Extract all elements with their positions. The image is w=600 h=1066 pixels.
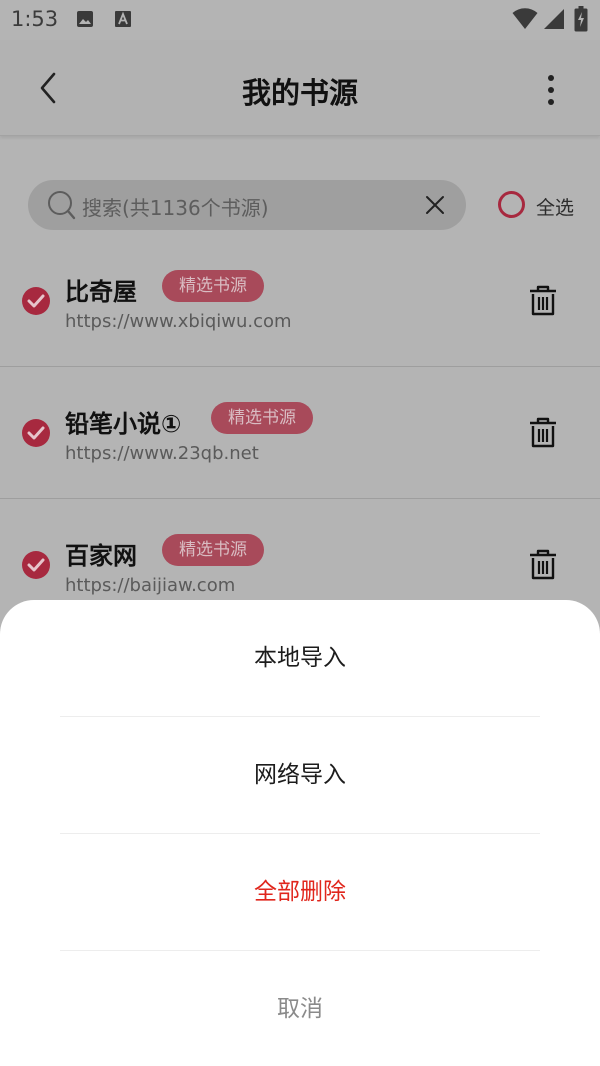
screen: 1:53 我的书源 搜索(共1136个书源) 全选 比奇屋 精选书源 https… (0, 0, 600, 1066)
list-item[interactable]: 铅笔小说① 精选书源 https://www.23qb.net (0, 367, 600, 499)
battery-charging-icon (574, 6, 588, 32)
check-circle-icon[interactable] (22, 551, 50, 579)
select-all-label: 全选 (536, 197, 575, 219)
source-url: https://www.xbiqiwu.com (65, 311, 292, 332)
trash-icon[interactable] (528, 549, 558, 581)
delete-all-button[interactable]: 全部删除 (0, 834, 600, 950)
source-url: https://www.23qb.net (65, 443, 259, 464)
check-circle-icon[interactable] (22, 287, 50, 315)
radio-circle-icon (498, 191, 525, 218)
source-name: 铅笔小说① (65, 410, 182, 438)
source-name: 比奇屋 (65, 278, 137, 306)
status-bar: 1:53 (0, 0, 600, 40)
featured-tag: 精选书源 (162, 534, 264, 566)
network-import-button[interactable]: 网络导入 (0, 717, 600, 833)
signal-icon (544, 9, 564, 29)
more-vertical-icon[interactable] (536, 70, 566, 110)
text-a-icon (115, 11, 131, 27)
search-placeholder: 搜索(共1136个书源) (82, 196, 269, 220)
wifi-icon (512, 8, 538, 29)
image-icon (77, 11, 93, 27)
trash-icon[interactable] (528, 417, 558, 449)
app-header: 我的书源 (0, 40, 600, 136)
search-icon (48, 191, 76, 220)
source-name: 百家网 (65, 542, 137, 570)
close-icon[interactable] (424, 194, 446, 216)
trash-icon[interactable] (528, 285, 558, 317)
featured-tag: 精选书源 (162, 270, 264, 302)
page-title: 我的书源 (241, 76, 358, 110)
search-input[interactable]: 搜索(共1136个书源) (28, 180, 466, 230)
source-url: https://baijiaw.com (65, 575, 236, 596)
featured-tag: 精选书源 (211, 402, 313, 434)
list-item[interactable]: 比奇屋 精选书源 https://www.xbiqiwu.com (0, 235, 600, 367)
action-sheet: 本地导入 网络导入 全部删除 取消 (0, 600, 600, 1066)
check-circle-icon[interactable] (22, 419, 50, 447)
cancel-button[interactable]: 取消 (0, 951, 600, 1066)
local-import-button[interactable]: 本地导入 (0, 600, 600, 716)
status-time: 1:53 (11, 7, 59, 31)
